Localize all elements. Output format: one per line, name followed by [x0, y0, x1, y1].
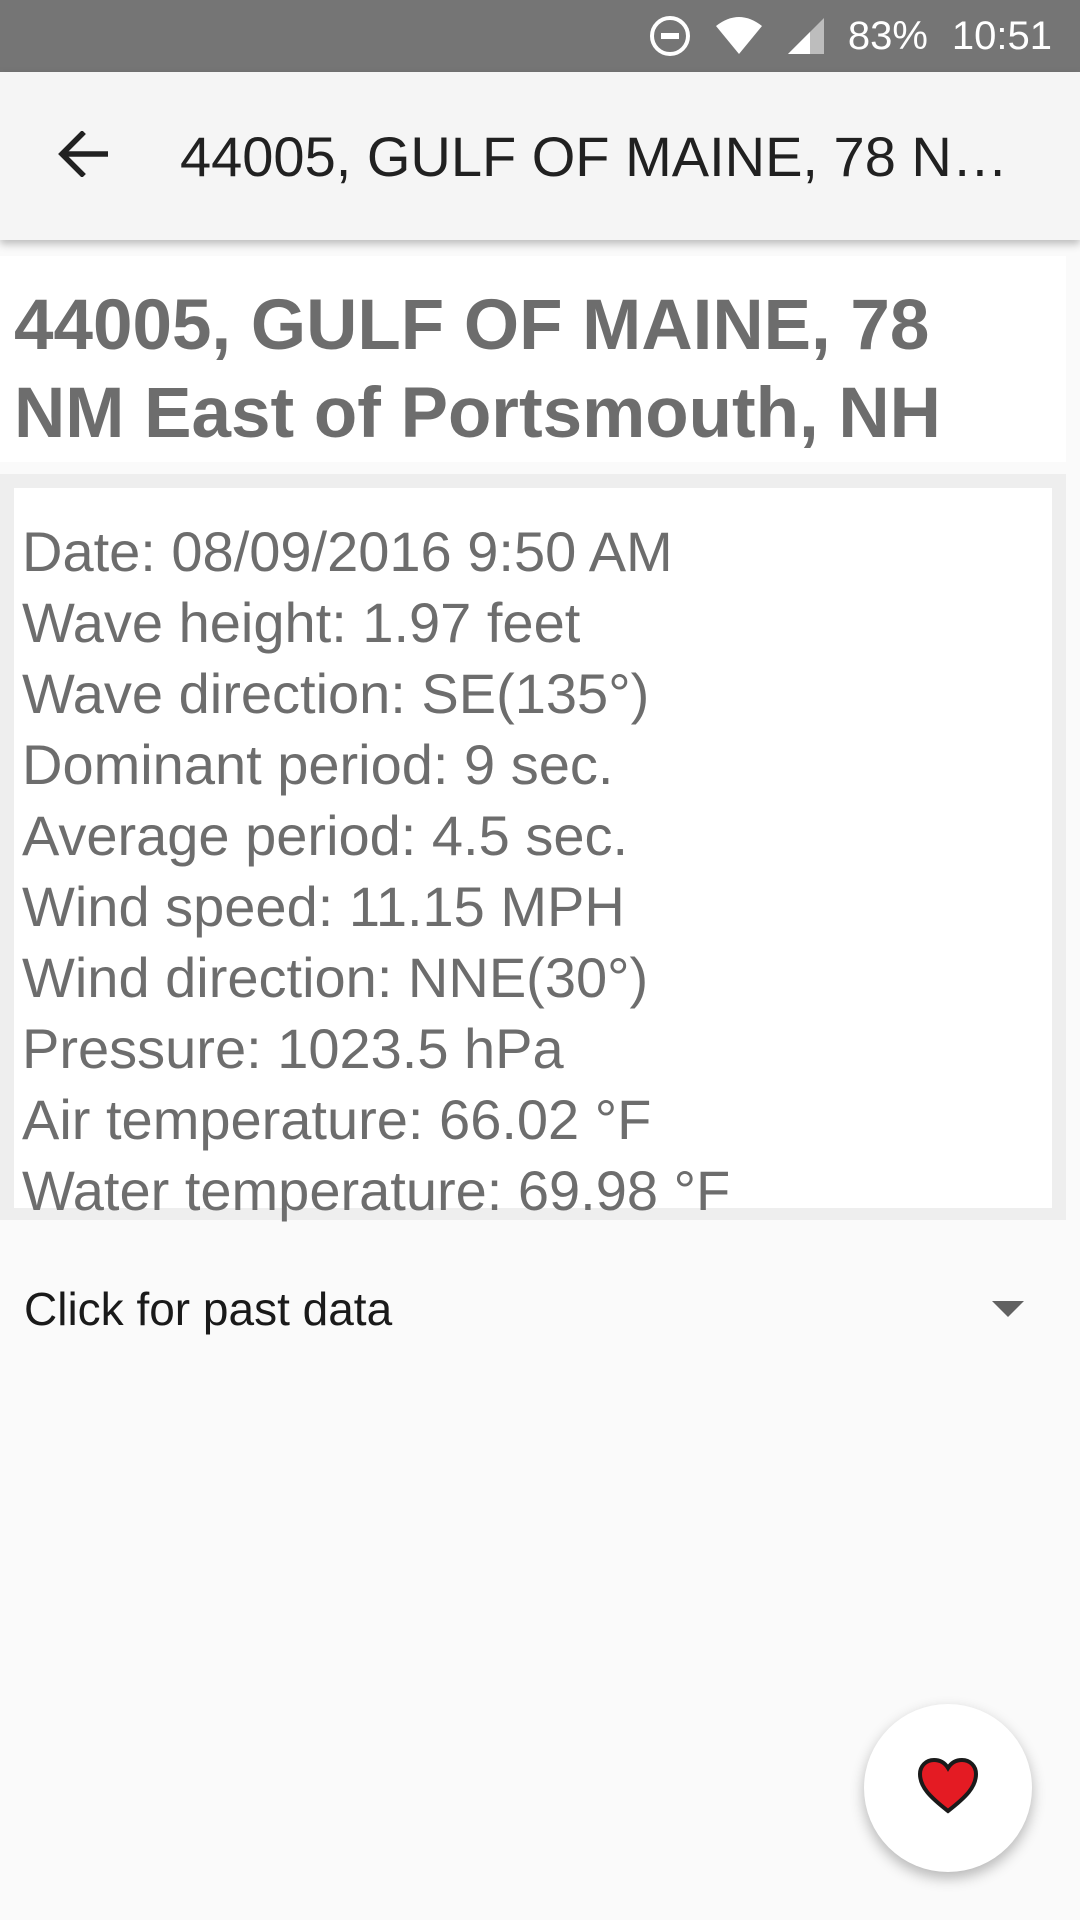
- reading-date: Date: 08/09/2016 9:50 AM: [22, 520, 673, 583]
- past-data-label: Click for past data: [24, 1283, 393, 1335]
- favorite-button[interactable]: [864, 1704, 1032, 1872]
- app-bar: 44005, GULF OF MAINE, 78 NM East of Port…: [0, 72, 1080, 240]
- reading-pressure: Pressure: 1023.5 hPa: [22, 1017, 564, 1080]
- readings-container: Date: 08/09/2016 9:50 AM Wave height: 1.…: [0, 474, 1066, 1222]
- clock: 10:51: [951, 13, 1052, 58]
- wifi-icon: [714, 16, 764, 56]
- arrow-left-icon: [58, 129, 110, 182]
- battery-percent: 83%: [847, 13, 928, 58]
- do-not-disturb-icon: [648, 14, 692, 58]
- reading-air-temperature: Air temperature: 66.02 °F: [22, 1088, 652, 1151]
- reading-wave-direction: Wave direction: SE(135°): [22, 662, 650, 725]
- heart-icon: [916, 1757, 980, 1820]
- reading-wave-height: Wave height: 1.97 feet: [22, 591, 581, 654]
- signal-icon: [786, 16, 826, 56]
- app-bar-title: 44005, GULF OF MAINE, 78 NM East of Port…: [180, 124, 1010, 188]
- reading-average-period: Average period: 4.5 sec.: [22, 804, 629, 867]
- readings-card: Date: 08/09/2016 9:50 AM Wave height: 1.…: [14, 488, 1052, 1222]
- reading-wind-speed: Wind speed: 11.15 MPH: [22, 875, 625, 938]
- station-header-card: 44005, GULF OF MAINE, 78 NM East of Port…: [0, 256, 1066, 462]
- past-data-dropdown[interactable]: Click for past data: [0, 1248, 1080, 1370]
- status-bar: 83% 10:51: [0, 0, 1080, 72]
- reading-wind-direction: Wind direction: NNE(30°): [22, 946, 649, 1009]
- back-button[interactable]: [44, 116, 124, 196]
- dropdown-arrow-icon: [990, 1299, 1026, 1319]
- station-title: 44005, GULF OF MAINE, 78 NM East of Port…: [14, 286, 941, 453]
- reading-dominant-period: Dominant period: 9 sec.: [22, 733, 614, 796]
- reading-water-temperature: Water temperature: 69.98 °F: [22, 1159, 731, 1222]
